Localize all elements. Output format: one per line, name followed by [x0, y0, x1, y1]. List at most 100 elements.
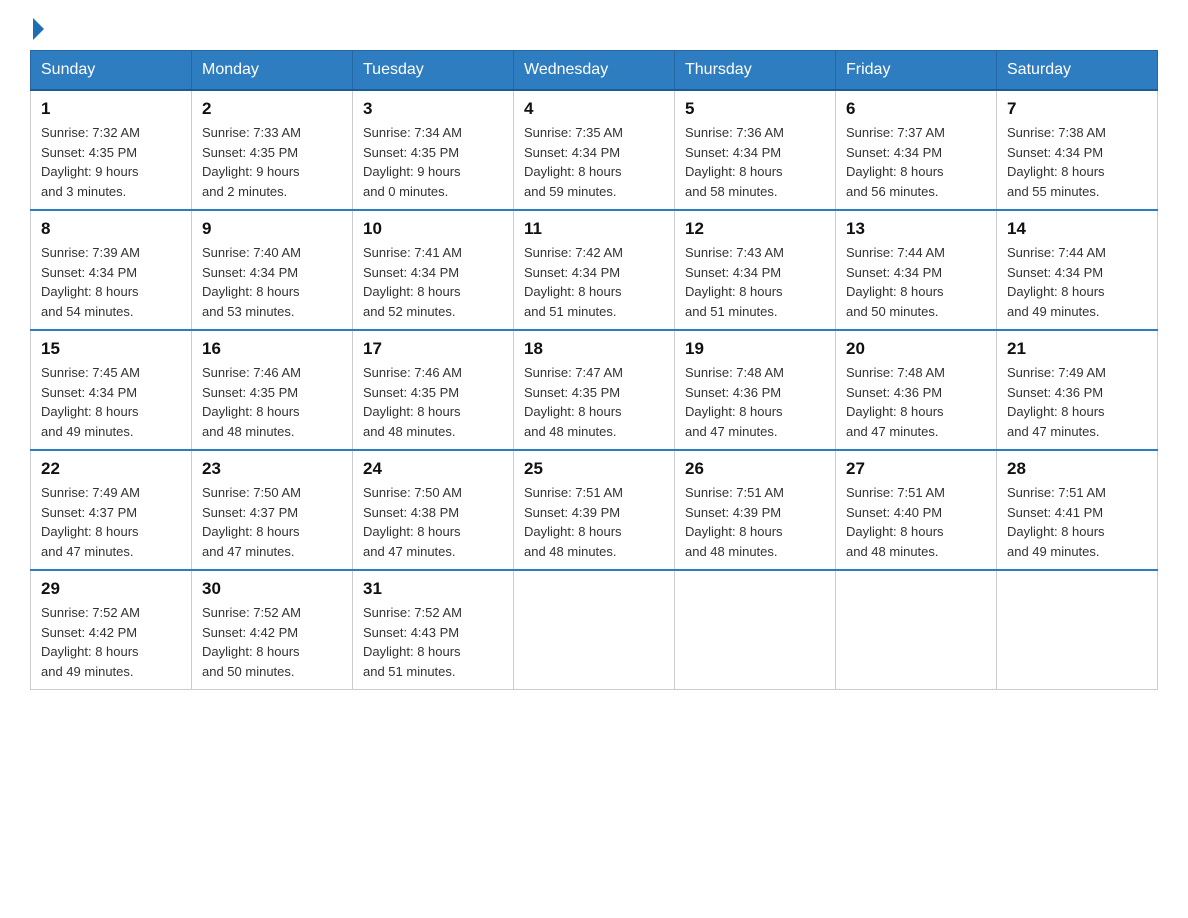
calendar-cell: 18 Sunrise: 7:47 AMSunset: 4:35 PMDayligh… [514, 330, 675, 450]
logo [30, 20, 44, 40]
day-info: Sunrise: 7:52 AMSunset: 4:42 PMDaylight:… [41, 603, 181, 681]
day-number: 23 [202, 459, 342, 479]
day-number: 18 [524, 339, 664, 359]
day-number: 12 [685, 219, 825, 239]
day-number: 1 [41, 99, 181, 119]
logo-general-text [30, 20, 44, 40]
day-info: Sunrise: 7:50 AMSunset: 4:38 PMDaylight:… [363, 483, 503, 561]
day-number: 10 [363, 219, 503, 239]
day-number: 3 [363, 99, 503, 119]
calendar-cell: 14 Sunrise: 7:44 AMSunset: 4:34 PMDayligh… [997, 210, 1158, 330]
calendar-cell: 26 Sunrise: 7:51 AMSunset: 4:39 PMDayligh… [675, 450, 836, 570]
calendar-week-row: 15 Sunrise: 7:45 AMSunset: 4:34 PMDayligh… [31, 330, 1158, 450]
day-number: 7 [1007, 99, 1147, 119]
day-number: 31 [363, 579, 503, 599]
day-info: Sunrise: 7:41 AMSunset: 4:34 PMDaylight:… [363, 243, 503, 321]
day-info: Sunrise: 7:45 AMSunset: 4:34 PMDaylight:… [41, 363, 181, 441]
day-number: 25 [524, 459, 664, 479]
calendar-cell: 16Sunrise: 7:46 AMSunset: 4:35 PMDayligh… [192, 330, 353, 450]
day-number: 2 [202, 99, 342, 119]
weekday-header-monday: Monday [192, 51, 353, 91]
day-info: Sunrise: 7:49 AMSunset: 4:36 PMDaylight:… [1007, 363, 1147, 441]
day-number: 29 [41, 579, 181, 599]
day-info: Sunrise: 7:44 AMSunset: 4:34 PMDaylight:… [1007, 243, 1147, 321]
day-number: 8 [41, 219, 181, 239]
day-info: Sunrise: 7:35 AMSunset: 4:34 PMDaylight:… [524, 123, 664, 201]
day-info: Sunrise: 7:51 AMSunset: 4:40 PMDaylight:… [846, 483, 986, 561]
calendar-cell: 5 Sunrise: 7:36 AMSunset: 4:34 PMDaylight… [675, 90, 836, 210]
calendar-cell: 29 Sunrise: 7:52 AMSunset: 4:42 PMDayligh… [31, 570, 192, 690]
day-info: Sunrise: 7:51 AMSunset: 4:41 PMDaylight:… [1007, 483, 1147, 561]
calendar-cell: 27 Sunrise: 7:51 AMSunset: 4:40 PMDayligh… [836, 450, 997, 570]
day-number: 22 [41, 459, 181, 479]
day-number: 5 [685, 99, 825, 119]
calendar-cell: 10 Sunrise: 7:41 AMSunset: 4:34 PMDayligh… [353, 210, 514, 330]
calendar-week-row: 29 Sunrise: 7:52 AMSunset: 4:42 PMDayligh… [31, 570, 1158, 690]
calendar-cell: 9Sunrise: 7:40 AMSunset: 4:34 PMDaylight… [192, 210, 353, 330]
day-number: 28 [1007, 459, 1147, 479]
day-info: Sunrise: 7:47 AMSunset: 4:35 PMDaylight:… [524, 363, 664, 441]
day-number: 11 [524, 219, 664, 239]
day-number: 4 [524, 99, 664, 119]
day-info: Sunrise: 7:46 AMSunset: 4:35 PMDaylight:… [363, 363, 503, 441]
calendar-cell: 11 Sunrise: 7:42 AMSunset: 4:34 PMDayligh… [514, 210, 675, 330]
day-number: 13 [846, 219, 986, 239]
day-info: Sunrise: 7:34 AMSunset: 4:35 PMDaylight:… [363, 123, 503, 201]
calendar-cell: 4 Sunrise: 7:35 AMSunset: 4:34 PMDaylight… [514, 90, 675, 210]
day-info: Sunrise: 7:52 AMSunset: 4:42 PMDaylight:… [202, 603, 342, 681]
calendar-cell: 22Sunrise: 7:49 AMSunset: 4:37 PMDayligh… [31, 450, 192, 570]
calendar-table: SundayMondayTuesdayWednesdayThursdayFrid… [30, 50, 1158, 690]
day-info: Sunrise: 7:50 AMSunset: 4:37 PMDaylight:… [202, 483, 342, 561]
day-number: 15 [41, 339, 181, 359]
day-info: Sunrise: 7:48 AMSunset: 4:36 PMDaylight:… [685, 363, 825, 441]
day-info: Sunrise: 7:51 AMSunset: 4:39 PMDaylight:… [685, 483, 825, 561]
calendar-cell: 12Sunrise: 7:43 AMSunset: 4:34 PMDayligh… [675, 210, 836, 330]
weekday-header-wednesday: Wednesday [514, 51, 675, 91]
calendar-week-row: 8 Sunrise: 7:39 AMSunset: 4:34 PMDaylight… [31, 210, 1158, 330]
logo-triangle-icon [33, 18, 44, 40]
weekday-header-saturday: Saturday [997, 51, 1158, 91]
day-info: Sunrise: 7:42 AMSunset: 4:34 PMDaylight:… [524, 243, 664, 321]
calendar-week-row: 1 Sunrise: 7:32 AMSunset: 4:35 PMDaylight… [31, 90, 1158, 210]
day-number: 26 [685, 459, 825, 479]
calendar-cell: 8 Sunrise: 7:39 AMSunset: 4:34 PMDaylight… [31, 210, 192, 330]
day-info: Sunrise: 7:48 AMSunset: 4:36 PMDaylight:… [846, 363, 986, 441]
weekday-header-row: SundayMondayTuesdayWednesdayThursdayFrid… [31, 51, 1158, 91]
calendar-cell: 7 Sunrise: 7:38 AMSunset: 4:34 PMDaylight… [997, 90, 1158, 210]
day-info: Sunrise: 7:36 AMSunset: 4:34 PMDaylight:… [685, 123, 825, 201]
calendar-cell: 23 Sunrise: 7:50 AMSunset: 4:37 PMDayligh… [192, 450, 353, 570]
calendar-cell: 19 Sunrise: 7:48 AMSunset: 4:36 PMDayligh… [675, 330, 836, 450]
calendar-cell [997, 570, 1158, 690]
calendar-cell: 17 Sunrise: 7:46 AMSunset: 4:35 PMDayligh… [353, 330, 514, 450]
day-number: 30 [202, 579, 342, 599]
day-info: Sunrise: 7:37 AMSunset: 4:34 PMDaylight:… [846, 123, 986, 201]
day-number: 27 [846, 459, 986, 479]
day-info: Sunrise: 7:33 AMSunset: 4:35 PMDaylight:… [202, 123, 342, 201]
day-info: Sunrise: 7:38 AMSunset: 4:34 PMDaylight:… [1007, 123, 1147, 201]
day-number: 17 [363, 339, 503, 359]
calendar-cell: 30 Sunrise: 7:52 AMSunset: 4:42 PMDayligh… [192, 570, 353, 690]
weekday-header-thursday: Thursday [675, 51, 836, 91]
day-info: Sunrise: 7:39 AMSunset: 4:34 PMDaylight:… [41, 243, 181, 321]
day-info: Sunrise: 7:46 AMSunset: 4:35 PMDaylight:… [202, 363, 342, 441]
calendar-cell [836, 570, 997, 690]
day-info: Sunrise: 7:32 AMSunset: 4:35 PMDaylight:… [41, 123, 181, 201]
day-info: Sunrise: 7:51 AMSunset: 4:39 PMDaylight:… [524, 483, 664, 561]
calendar-cell: 28 Sunrise: 7:51 AMSunset: 4:41 PMDayligh… [997, 450, 1158, 570]
calendar-cell: 15 Sunrise: 7:45 AMSunset: 4:34 PMDayligh… [31, 330, 192, 450]
calendar-cell: 13 Sunrise: 7:44 AMSunset: 4:34 PMDayligh… [836, 210, 997, 330]
day-number: 19 [685, 339, 825, 359]
calendar-cell: 20Sunrise: 7:48 AMSunset: 4:36 PMDayligh… [836, 330, 997, 450]
calendar-cell [514, 570, 675, 690]
day-number: 9 [202, 219, 342, 239]
day-info: Sunrise: 7:44 AMSunset: 4:34 PMDaylight:… [846, 243, 986, 321]
day-info: Sunrise: 7:52 AMSunset: 4:43 PMDaylight:… [363, 603, 503, 681]
day-number: 6 [846, 99, 986, 119]
day-number: 21 [1007, 339, 1147, 359]
calendar-cell: 2 Sunrise: 7:33 AMSunset: 4:35 PMDaylight… [192, 90, 353, 210]
weekday-header-tuesday: Tuesday [353, 51, 514, 91]
calendar-cell: 31 Sunrise: 7:52 AMSunset: 4:43 PMDayligh… [353, 570, 514, 690]
page-header [30, 20, 1158, 40]
calendar-cell: 25 Sunrise: 7:51 AMSunset: 4:39 PMDayligh… [514, 450, 675, 570]
day-number: 14 [1007, 219, 1147, 239]
